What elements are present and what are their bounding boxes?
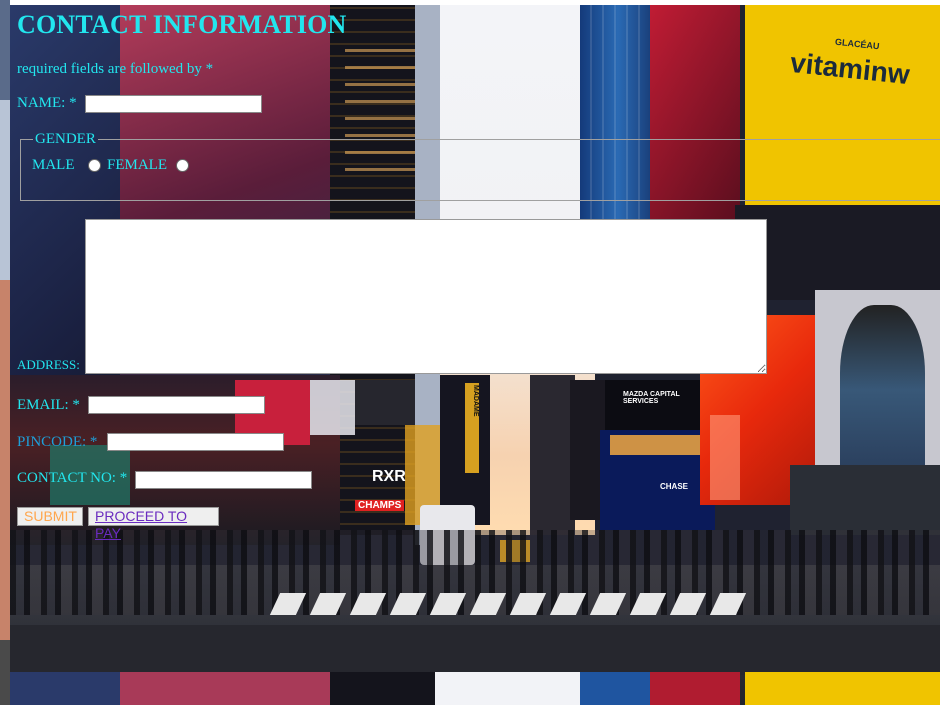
- name-input[interactable]: [85, 95, 262, 113]
- email-input[interactable]: [88, 396, 265, 414]
- pincode-input[interactable]: [107, 433, 284, 451]
- contact-label: CONTACT NO: *: [17, 470, 128, 486]
- male-radio[interactable]: [88, 159, 101, 172]
- address-label: ADDRESS:: [17, 357, 80, 372]
- female-radio[interactable]: [176, 159, 189, 172]
- form-title: CONTACT INFORMATION: [17, 10, 347, 39]
- male-label: MALE: [32, 157, 75, 173]
- contact-form: CONTACT INFORMATION required fields are …: [0, 0, 940, 705]
- name-label: NAME: *: [17, 95, 77, 111]
- pincode-label: PINCODE: *: [17, 434, 98, 450]
- contact-input[interactable]: [135, 471, 312, 489]
- gender-legend: GENDER: [35, 131, 96, 147]
- female-label: FEMALE: [107, 157, 167, 173]
- address-textarea[interactable]: [85, 219, 767, 374]
- submit-button[interactable]: SUBMIT: [17, 507, 83, 526]
- required-note: required fields are followed by *: [17, 61, 214, 77]
- proceed-to-pay-button[interactable]: PROCEED TO PAY: [88, 507, 219, 541]
- email-label: EMAIL: *: [17, 397, 80, 413]
